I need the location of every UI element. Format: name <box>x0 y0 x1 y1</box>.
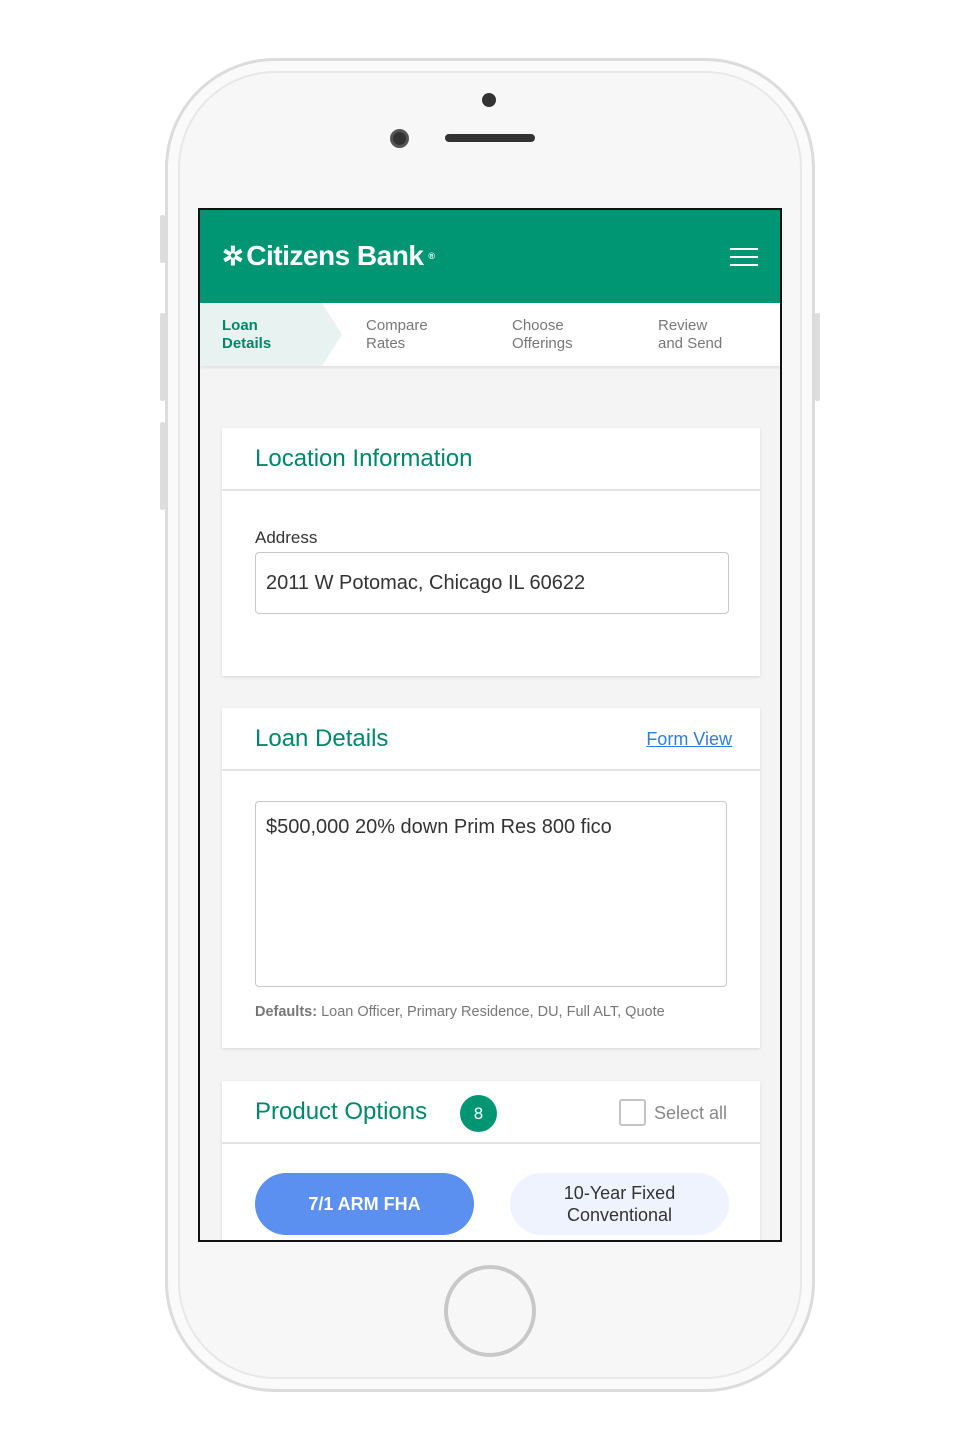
step-choose-offerings[interactable]: Choose Offerings <box>512 317 573 353</box>
card-title: Loan Details <box>255 725 389 752</box>
proximity-sensor <box>482 93 496 107</box>
volume-up-button <box>160 313 165 401</box>
mute-switch <box>160 215 165 263</box>
power-button <box>815 313 820 401</box>
product-count-badge: 8 <box>460 1095 497 1132</box>
citizens-logo-icon: ✲ <box>222 240 244 271</box>
address-input[interactable]: 2011 W Potomac, Chicago IL 60622 <box>255 552 729 614</box>
address-label: Address <box>255 528 318 547</box>
earpiece-speaker <box>445 134 535 142</box>
select-all-checkbox[interactable] <box>619 1099 646 1126</box>
product-options-card: Product Options 8 Select all 7/1 ARM FHA… <box>222 1081 760 1240</box>
step-compare-rates[interactable]: Compare Rates <box>366 317 428 353</box>
registered-mark: ® <box>428 251 435 261</box>
product-option-7-1-arm-fha[interactable]: 7/1 ARM FHA <box>255 1173 474 1235</box>
step-loan-details[interactable]: Loan Details <box>222 317 271 353</box>
hamburger-icon[interactable] <box>730 248 758 266</box>
app-screen: ✲ Citizens Bank ® Loan Details Compare Rate… <box>198 208 782 1242</box>
card-title: Product Options <box>255 1098 428 1125</box>
card-title: Location Information <box>255 445 473 472</box>
product-option-10-year-fixed[interactable]: 10-Year Fixed Conventional <box>510 1173 729 1235</box>
volume-down-button <box>160 422 165 510</box>
home-button[interactable] <box>444 1265 536 1357</box>
form-view-link[interactable]: Form View <box>646 729 732 750</box>
progress-steps: Loan Details Compare Rates Choose Offerings… <box>200 303 780 366</box>
app-header: ✲ Citizens Bank ® <box>200 210 780 303</box>
step-review-and-send[interactable]: Review and Send <box>658 317 722 353</box>
location-information-card: Location Information Address 2011 W Poto… <box>222 428 760 676</box>
loan-description-textarea[interactable]: $500,000 20% down Prim Res 800 fico <box>255 801 727 987</box>
select-all-label[interactable]: Select all <box>654 1103 727 1124</box>
citizens-bank-logo[interactable]: ✲ Citizens Bank ® <box>222 240 435 272</box>
defaults-text: Defaults: Loan Officer, Primary Residenc… <box>255 1004 665 1020</box>
loan-details-card: Loan Details Form View $500,000 20% down… <box>222 708 760 1048</box>
front-camera <box>390 129 409 148</box>
brand-name: Citizens Bank <box>246 240 424 271</box>
